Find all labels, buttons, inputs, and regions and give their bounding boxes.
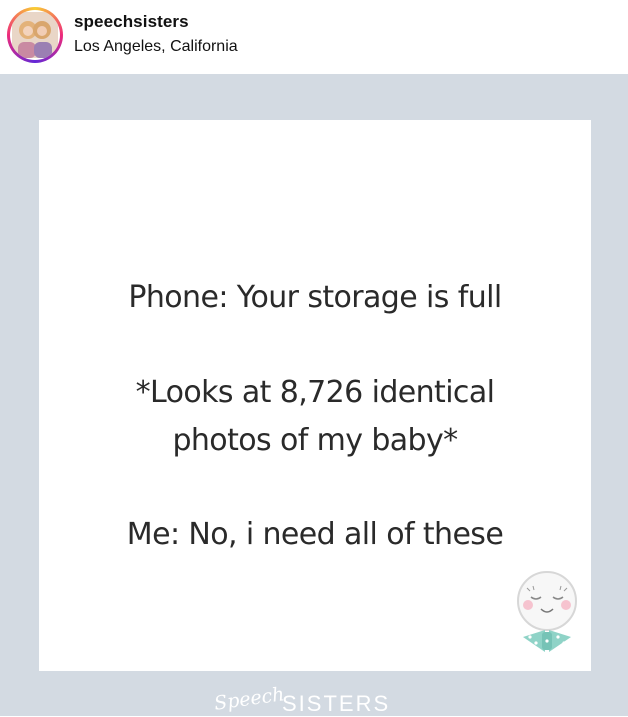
post-header: speechsisters Los Angeles, California [0, 0, 628, 74]
location-link[interactable]: Los Angeles, California [74, 38, 238, 56]
quote-line-3: photos of my baby* [172, 423, 458, 458]
brand-wordmark: SISTERS [282, 691, 391, 716]
post-image: Phone: Your storage is full *Looks at 8,… [0, 74, 628, 716]
quote-line-1: Phone: Your storage is full [128, 280, 502, 315]
username-link[interactable]: speechsisters [74, 12, 189, 32]
profile-avatar[interactable] [7, 7, 63, 63]
baby-mascot-icon [517, 571, 577, 652]
quote-card: Phone: Your storage is full *Looks at 8,… [39, 120, 591, 671]
quote-line-4: Me: No, i need all of these [126, 517, 504, 552]
brand-script-text: Speech [212, 683, 286, 715]
quote-line-2: *Looks at 8,726 identical [135, 375, 495, 410]
brand-logo: Speech SISTERS [0, 683, 628, 716]
avatar-image [10, 10, 60, 60]
